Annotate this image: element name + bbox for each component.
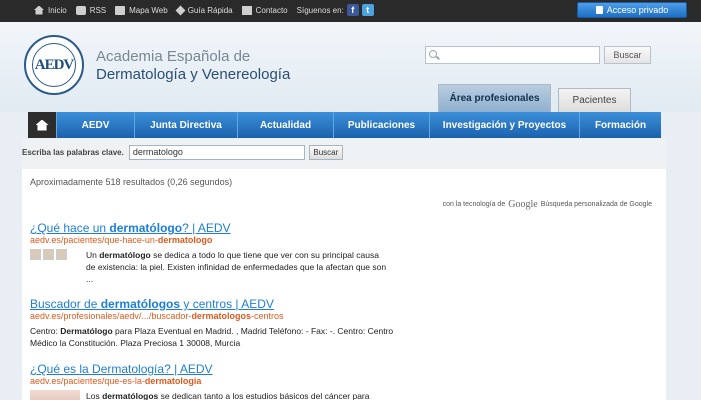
mail-icon xyxy=(241,5,252,15)
tab-pacientes[interactable]: Pacientes xyxy=(558,88,631,112)
main-content: Escriba las palabras clave. dermatologo … xyxy=(22,138,666,400)
aedv-logo[interactable]: AEDV xyxy=(24,35,84,95)
link-contacto-label: Contacto xyxy=(255,5,288,15)
nav-item-formacion[interactable]: Formación xyxy=(579,112,661,138)
result-thumbnail[interactable] xyxy=(30,249,80,261)
result-title-link[interactable]: ¿Qué es la Dermatología? | AEDV xyxy=(30,362,390,376)
result-url: aedv.es/pacientes/que-hace-un-dermatolog… xyxy=(30,235,390,246)
result-title-pre: ¿Qué hace un xyxy=(30,221,110,235)
result-thumbnail[interactable] xyxy=(30,390,80,400)
result-url-bold: dermatologos xyxy=(191,311,251,321)
search-result: ¿Qué es la Dermatología? | AEDV aedv.es/… xyxy=(30,362,390,400)
home-icon xyxy=(34,5,44,15)
nav-item-publicaciones[interactable]: Publicaciones xyxy=(333,112,429,138)
result-title-bold: dermatólogos xyxy=(100,297,181,311)
query-row: Escriba las palabras clave. dermatologo … xyxy=(22,145,343,160)
snippet-post: se dedican tanto a los estudios básicos … xyxy=(158,391,370,400)
snippet-pre: Centro: xyxy=(30,326,61,336)
result-url-post: -centros xyxy=(250,311,284,321)
link-rss-label: RSS xyxy=(89,5,107,15)
result-title-bold: dermatólogo xyxy=(109,221,183,235)
result-url-pre: aedv.es/pacientes/que-es-la- xyxy=(30,376,145,386)
main-nav: AEDV Junta Directiva Actualidad Publicac… xyxy=(28,112,661,138)
result-url: aedv.es/profesionales/aedv/.../buscador-… xyxy=(30,311,410,322)
follow-us-label: Síguenos en: xyxy=(296,5,344,15)
link-inicio-label: Inicio xyxy=(48,5,67,15)
result-title-post: y centros | AEDV xyxy=(180,297,274,311)
powered-prefix: con la tecnología de xyxy=(442,201,506,208)
query-input[interactable]: dermatologo xyxy=(128,145,305,160)
site-search-input[interactable] xyxy=(425,46,600,64)
org-name-line1: Academia Española de xyxy=(96,48,251,65)
nav-item-investigacion[interactable]: Investigación y Proyectos xyxy=(429,112,579,138)
result-url: aedv.es/pacientes/que-es-la-dermatologia xyxy=(30,376,390,387)
result-title-link[interactable]: Buscador de dermatólogos y centros | AED… xyxy=(30,297,410,311)
result-title-link[interactable]: ¿Qué hace un dermatólogo? | AEDV xyxy=(30,221,390,235)
thumbnail-image xyxy=(56,249,67,260)
powered-suffix: Búsqueda personalizada de Google xyxy=(540,201,652,208)
map-icon xyxy=(115,5,126,15)
result-snippet: Un dermatólogo se dedica a todo lo que t… xyxy=(86,249,390,285)
follow-us: Síguenos en: f t xyxy=(297,4,374,16)
snippet-bold: dermatólogos xyxy=(102,391,159,400)
nav-home-button[interactable] xyxy=(28,112,56,138)
private-access-label: Acceso privado xyxy=(606,5,669,15)
lock-icon xyxy=(595,6,603,14)
nav-item-aedv[interactable]: AEDV xyxy=(56,112,134,138)
top-links: Inicio RSS Mapa Web Guía Rápida Contacto… xyxy=(34,4,383,16)
powered-by-google: con la tecnología de Google Búsqueda per… xyxy=(443,199,652,210)
snippet-bold: dermatólogo xyxy=(99,250,151,260)
twitter-icon[interactable]: t xyxy=(361,4,374,16)
search-result: ¿Qué hace un dermatólogo? | AEDV aedv.es… xyxy=(30,221,390,285)
site-search-button[interactable]: Buscar xyxy=(604,46,651,64)
thumbnail-image xyxy=(43,249,54,260)
home-icon xyxy=(35,119,49,131)
link-guia-rapida[interactable]: Guía Rápida xyxy=(175,5,233,15)
result-body: Los dermatólogos se dedican tanto a los … xyxy=(30,390,390,400)
result-url-pre: aedv.es/profesionales/aedv/.../buscador- xyxy=(30,311,192,321)
snippet-pre: Un xyxy=(86,250,100,260)
nav-item-actualidad[interactable]: Actualidad xyxy=(237,112,333,138)
guide-icon xyxy=(175,5,186,15)
result-body: Un dermatólogo se dedica a todo lo que t… xyxy=(30,249,390,285)
org-name-line2: Dermatología y Venereología xyxy=(96,66,291,83)
link-inicio[interactable]: Inicio xyxy=(34,5,67,15)
result-url-bold: dermatologia xyxy=(144,376,202,386)
rss-icon xyxy=(75,5,86,15)
snippet-pre: Los xyxy=(86,391,103,400)
facebook-icon[interactable]: f xyxy=(346,4,359,16)
top-bar: Inicio RSS Mapa Web Guía Rápida Contacto… xyxy=(0,0,701,22)
organization-name: Academia Española de Dermatología y Vene… xyxy=(96,48,290,84)
result-snippet: Los dermatólogos se dedican tanto a los … xyxy=(86,390,370,400)
link-rss[interactable]: RSS xyxy=(75,5,107,15)
search-icon xyxy=(429,50,440,60)
result-title-post: ? | AEDV xyxy=(182,221,231,235)
nav-item-junta-directiva[interactable]: Junta Directiva xyxy=(134,112,237,138)
result-title-pre: Buscador de xyxy=(30,297,101,311)
tab-area-profesionales[interactable]: Área profesionales xyxy=(438,84,551,112)
result-snippet: Centro: Dermatólogo para Plaza Eventual … xyxy=(30,325,410,349)
link-guia-rapida-label: Guía Rápida xyxy=(187,5,233,15)
thumbnail-image xyxy=(30,249,41,260)
link-mapa-web[interactable]: Mapa Web xyxy=(115,5,168,15)
results-count: Aproximadamente 518 resultados (0,26 seg… xyxy=(30,177,233,187)
private-access-button[interactable]: Acceso privado xyxy=(577,2,687,18)
query-label: Escriba las palabras clave. xyxy=(22,148,124,157)
link-mapa-web-label: Mapa Web xyxy=(129,5,168,15)
site-header: AEDV Academia Española de Dermatología y… xyxy=(0,22,701,112)
results-panel: Aproximadamente 518 resultados (0,26 seg… xyxy=(22,169,666,400)
google-logo: Google xyxy=(508,199,538,210)
result-url-pre: aedv.es/pacientes/que-hace-un- xyxy=(30,235,158,245)
link-contacto[interactable]: Contacto xyxy=(241,5,288,15)
result-url-bold: dermatologo xyxy=(157,235,213,245)
query-search-button[interactable]: Buscar xyxy=(308,145,343,160)
search-result: Buscador de dermatólogos y centros | AED… xyxy=(30,297,410,349)
snippet-bold: Dermatólogo xyxy=(60,326,113,336)
aedv-logo-mark: AEDV xyxy=(32,43,76,87)
